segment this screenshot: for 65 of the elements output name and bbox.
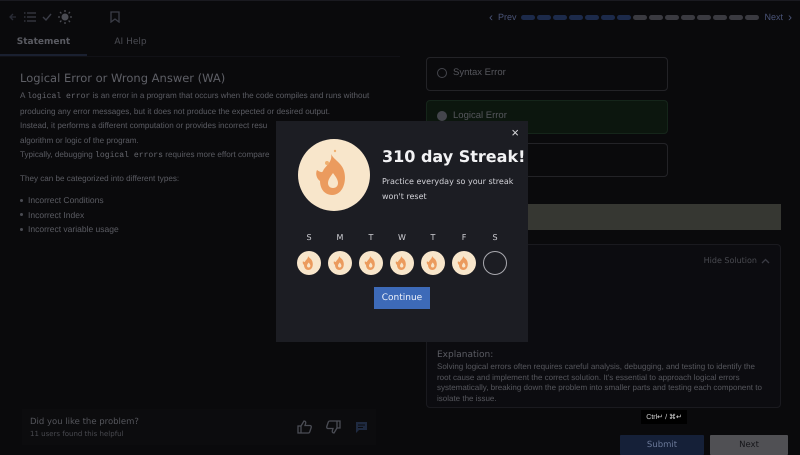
progress-segment[interactable]: [713, 14, 728, 20]
back-arrow-icon[interactable]: [8, 12, 18, 22]
bullet-icon: [20, 198, 23, 202]
progress-segment[interactable]: [553, 14, 568, 20]
continue-button[interactable]: Continue: [374, 287, 430, 309]
progress-segment[interactable]: [569, 14, 584, 20]
next-link[interactable]: Next: [764, 12, 783, 22]
chevron-up-icon: [761, 258, 770, 264]
paragraph: They can be categorized into different types:: [20, 172, 180, 185]
weekday-label: W: [398, 233, 406, 242]
list-item: Incorrect Conditions: [28, 194, 104, 207]
paragraph-line: producing any error messages, but it does not produce the expected or desired output.: [20, 106, 330, 118]
bullet-icon: [20, 228, 23, 231]
flame-badge-icon: [298, 139, 370, 211]
progress-segment[interactable]: [537, 14, 552, 20]
progress-segment[interactable]: [729, 14, 744, 20]
prev-link[interactable]: Prev: [498, 12, 516, 22]
bullet-icon: [20, 213, 23, 216]
problem-title: Logical Error or Wrong Answer (WA): [20, 71, 226, 85]
progress-segment[interactable]: [617, 14, 632, 20]
progress-segment[interactable]: [665, 14, 680, 20]
progress-segment[interactable]: [633, 14, 648, 20]
list-icon[interactable]: [24, 12, 36, 22]
progress-segment[interactable]: [681, 14, 696, 20]
tab[interactable]: Statement: [0, 33, 87, 56]
paragraph-line: A logical error is an error in a program that occurs when the code compiles and runs without: [20, 90, 370, 103]
progress-segment[interactable]: [649, 14, 664, 20]
submit-button[interactable]: Submit: [620, 435, 704, 455]
weekday-label: M: [336, 233, 344, 242]
streak-message: Practice everyday so your streak won't reset: [382, 176, 514, 202]
bookmark-icon[interactable]: [110, 11, 120, 23]
sun-icon[interactable]: [58, 10, 72, 24]
weekday-label: F: [462, 233, 466, 242]
weekday-label: S: [492, 233, 498, 242]
weekday-label: T: [430, 233, 436, 242]
next-arrow[interactable]: ›: [788, 10, 792, 24]
weekday-label: T: [368, 233, 374, 242]
progress-segment[interactable]: [585, 14, 600, 20]
paragraph-line: Instead, it performs a different computation or provides incorrect resu: [20, 120, 268, 132]
list-item: Incorrect Index: [28, 208, 84, 222]
next-button[interactable]: Next: [710, 435, 788, 455]
option-label: Syntax Error: [453, 67, 506, 78]
radio-icon: [437, 111, 447, 121]
tab[interactable]: AI Help: [87, 33, 174, 56]
progress-segment[interactable]: [697, 14, 712, 20]
check-icon[interactable]: [42, 12, 52, 22]
answer-option[interactable]: Syntax Error: [426, 57, 668, 91]
prev-arrow[interactable]: ‹: [488, 10, 493, 24]
feedback-question: Did you like the problem?: [30, 416, 139, 426]
progress-segment[interactable]: [521, 14, 536, 20]
progress-segment[interactable]: [601, 14, 616, 20]
list-item: Incorrect variable usage: [28, 223, 119, 236]
paragraph-line: algorithm or logic of the program.: [20, 134, 139, 147]
thumbs-up-icon[interactable]: [297, 420, 312, 434]
comment-icon[interactable]: [355, 420, 368, 434]
explanation-heading: Explanation:: [437, 350, 494, 360]
radio-icon: [437, 68, 447, 78]
explanation-text: Solving logical errors often requires careful analysis, debugging, and testing to identify the root cause and implement the correct solution. It's essential to approach logical errors systematically, breaking down the problem into smaller parts and testing each component to isolate the issue.: [437, 362, 763, 404]
streak-title: 310 day Streak!: [382, 146, 526, 166]
option-label: Logical Error: [453, 110, 507, 121]
thumbs-down-icon[interactable]: [326, 420, 341, 434]
paragraph-line: Typically, debugging logical errors requires more effort compare: [20, 149, 270, 162]
progress-segment[interactable]: [745, 14, 760, 20]
weekday-label: S: [306, 233, 312, 242]
hide-solution-button[interactable]: Hide Solution: [704, 256, 770, 265]
